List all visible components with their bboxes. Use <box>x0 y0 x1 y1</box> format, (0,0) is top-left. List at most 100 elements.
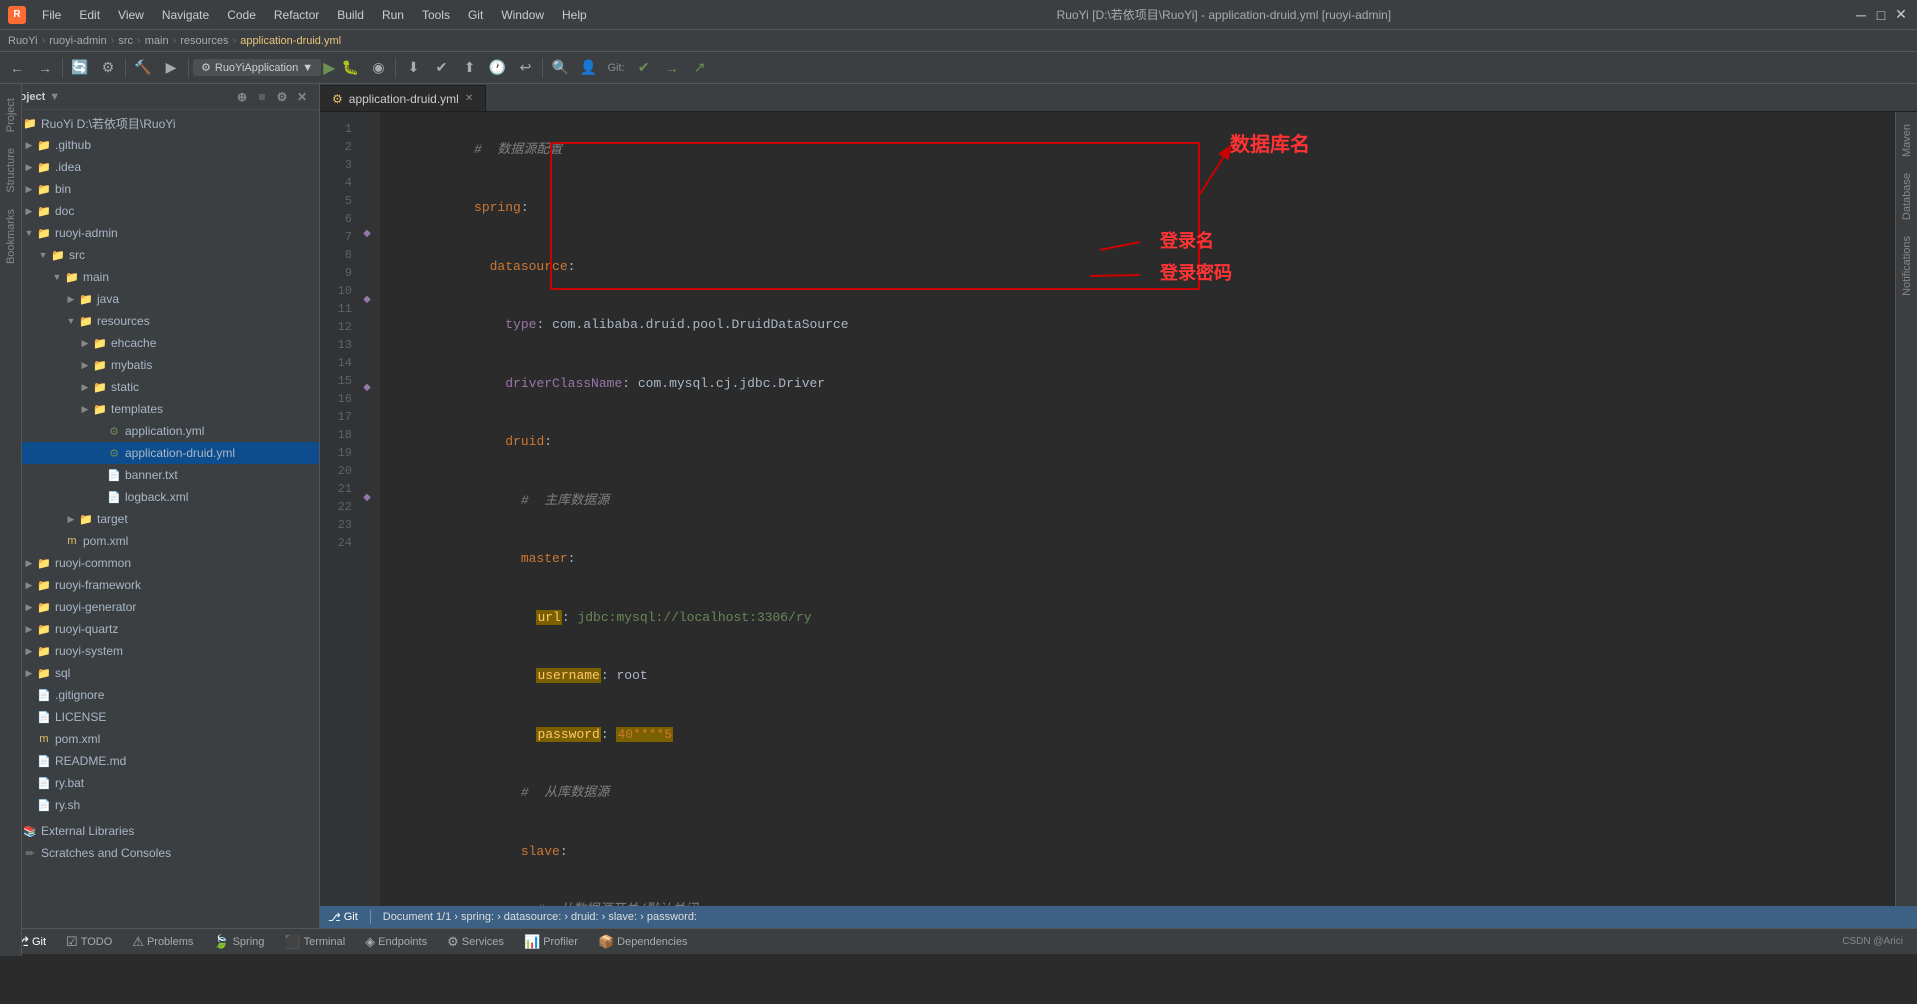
sync-button[interactable]: 🔄 <box>67 55 93 81</box>
tree-item-doc[interactable]: ▶ 📁 doc <box>0 200 319 222</box>
status-git[interactable]: ⎇ Git <box>328 911 358 924</box>
tree-item-ruoyi-quartz[interactable]: ▶ 📁 ruoyi-quartz <box>0 618 319 640</box>
menu-view[interactable]: View <box>110 6 152 24</box>
run-button[interactable]: ▶ <box>323 58 335 78</box>
tree-item-logback[interactable]: 📄 logback.xml <box>0 486 319 508</box>
menu-run[interactable]: Run <box>374 6 412 24</box>
breadcrumb-part-6[interactable]: application-druid.yml <box>240 35 341 47</box>
menu-file[interactable]: File <box>34 6 69 24</box>
bottom-tool-problems[interactable]: ⚠ Problems <box>126 932 199 952</box>
vcs-push-button[interactable]: ⬆ <box>456 55 482 81</box>
tree-item-main[interactable]: ▼ 📁 main <box>0 266 319 288</box>
bottom-tool-endpoints[interactable]: ◈ Endpoints <box>359 932 433 952</box>
tree-item-ehcache[interactable]: ▶ 📁 ehcache <box>0 332 319 354</box>
menu-tools[interactable]: Tools <box>414 6 458 24</box>
tree-item-pom-root[interactable]: m pom.xml <box>0 728 319 750</box>
menu-refactor[interactable]: Refactor <box>266 6 327 24</box>
maximize-button[interactable]: □ <box>1873 7 1889 23</box>
sidebar-action-2[interactable]: ≡ <box>253 88 271 106</box>
breadcrumb-part-4[interactable]: main <box>145 35 169 47</box>
menu-edit[interactable]: Edit <box>71 6 108 24</box>
tree-item-bin[interactable]: ▶ 📁 bin <box>0 178 319 200</box>
menu-navigate[interactable]: Navigate <box>154 6 217 24</box>
tree-item-src[interactable]: ▼ 📁 src <box>0 244 319 266</box>
tree-item-mybatis[interactable]: ▶ 📁 mybatis <box>0 354 319 376</box>
tree-item-banner[interactable]: 📄 banner.txt <box>0 464 319 486</box>
breadcrumb-part-2[interactable]: ruoyi-admin <box>49 35 106 47</box>
run-config-selector[interactable]: ⚙ RuoYiApplication ▼ <box>193 59 321 76</box>
tree-item-static[interactable]: ▶ 📁 static <box>0 376 319 398</box>
bottom-tool-terminal[interactable]: ⬛ Terminal <box>278 932 351 952</box>
tree-item-ruoyi-admin[interactable]: ▼ 📁 ruoyi-admin <box>0 222 319 244</box>
left-tab-bookmarks[interactable]: Bookmarks <box>3 203 19 270</box>
git-check-button[interactable]: ✔ <box>631 55 657 81</box>
tree-item-sql[interactable]: ▶ 📁 sql <box>0 662 319 684</box>
menu-build[interactable]: Build <box>329 6 372 24</box>
bottom-tool-todo[interactable]: ☑ TODO <box>60 932 118 952</box>
tree-item-ext-lib[interactable]: ▶ 📚 External Libraries <box>0 820 319 842</box>
tree-item-license[interactable]: 📄 LICENSE <box>0 706 319 728</box>
right-tab-maven[interactable]: Maven <box>1899 116 1915 165</box>
tree-item-app-yml[interactable]: ⚙ application.yml <box>0 420 319 442</box>
bin-arrow: ▶ <box>22 184 36 195</box>
tree-item-scratches[interactable]: ▶ ✏ Scratches and Consoles <box>0 842 319 864</box>
build-button[interactable]: 🔨 <box>130 55 156 81</box>
vcs-history-button[interactable]: 🕐 <box>484 55 510 81</box>
forward-button[interactable]: → <box>32 55 58 81</box>
right-tab-database[interactable]: Database <box>1899 165 1915 228</box>
bottom-tool-services[interactable]: ⚙ Services <box>441 932 510 952</box>
tree-item-java[interactable]: ▶ 📁 java <box>0 288 319 310</box>
tree-item-target[interactable]: ▶ 📁 target <box>0 508 319 530</box>
left-tab-structure[interactable]: Structure <box>3 142 19 199</box>
vcs-commit-button[interactable]: ✔ <box>428 55 454 81</box>
menu-window[interactable]: Window <box>493 6 552 24</box>
tree-item-pom-admin[interactable]: m pom.xml <box>0 530 319 552</box>
tab-druid-yml[interactable]: ⚙ application-druid.yml ✕ <box>320 85 486 111</box>
breadcrumb-part-1[interactable]: RuoYi <box>8 35 38 47</box>
tree-item-templates[interactable]: ▶ 📁 templates <box>0 398 319 420</box>
tab-close-button[interactable]: ✕ <box>465 93 473 104</box>
tree-item-gitignore[interactable]: 📄 .gitignore <box>0 684 319 706</box>
tree-item-ruoyi-system[interactable]: ▶ 📁 ruoyi-system <box>0 640 319 662</box>
debug-button[interactable]: 🐛 <box>337 55 363 81</box>
tree-item-resources[interactable]: ▼ 📁 resources <box>0 310 319 332</box>
menu-git[interactable]: Git <box>460 6 491 24</box>
minimize-button[interactable]: ─ <box>1853 7 1869 23</box>
bottom-tool-spring[interactable]: 🍃 Spring <box>207 932 270 952</box>
run-all-button[interactable]: ▶ <box>158 55 184 81</box>
tree-item-druid-yml[interactable]: ⚙ application-druid.yml <box>0 442 319 464</box>
tree-item-readme[interactable]: 📄 README.md <box>0 750 319 772</box>
tree-item-ruoyi-generator[interactable]: ▶ 📁 ruoyi-generator <box>0 596 319 618</box>
sidebar-action-1[interactable]: ⊕ <box>233 88 251 106</box>
tree-item-rysh[interactable]: 📄 ry.sh <box>0 794 319 816</box>
tree-item-idea[interactable]: ▶ 📁 .idea <box>0 156 319 178</box>
close-button[interactable]: ✕ <box>1893 7 1909 23</box>
sidebar-dropdown-arrow[interactable]: ▼ <box>49 91 60 103</box>
tree-item-rybat[interactable]: 📄 ry.bat <box>0 772 319 794</box>
git-arrow2-button[interactable]: ↗ <box>687 55 713 81</box>
search-everywhere-button[interactable]: 🔍 <box>547 55 573 81</box>
code-area[interactable]: 数据库名 登录名 <box>380 112 1895 906</box>
code-line-8: master: <box>396 530 1879 589</box>
settings-button[interactable]: ⚙ <box>95 55 121 81</box>
coverage-button[interactable]: ◉ <box>365 55 391 81</box>
sidebar-close[interactable]: ✕ <box>293 88 311 106</box>
vcs-revert-button[interactable]: ↩ <box>512 55 538 81</box>
menu-help[interactable]: Help <box>554 6 595 24</box>
breadcrumb-part-5[interactable]: resources <box>180 35 228 47</box>
git-arrow-button[interactable]: → <box>659 55 685 81</box>
vcs-update-button[interactable]: ⬇ <box>400 55 426 81</box>
bottom-tool-profiler[interactable]: 📊 Profiler <box>518 932 584 952</box>
sidebar-action-3[interactable]: ⚙ <box>273 88 291 106</box>
back-button[interactable]: ← <box>4 55 30 81</box>
left-tab-project[interactable]: Project <box>3 92 19 138</box>
tree-item-ruoyi-common[interactable]: ▶ 📁 ruoyi-common <box>0 552 319 574</box>
tree-item-ruoyi-framework[interactable]: ▶ 📁 ruoyi-framework <box>0 574 319 596</box>
user-button[interactable]: 👤 <box>575 55 601 81</box>
bottom-tool-dependencies[interactable]: 📦 Dependencies <box>592 932 694 952</box>
menu-code[interactable]: Code <box>219 6 264 24</box>
breadcrumb-part-3[interactable]: src <box>118 35 133 47</box>
tree-item-github[interactable]: ▶ 📁 .github <box>0 134 319 156</box>
tree-root[interactable]: ▼ 📁 RuoYi D:\若依项目\RuoYi <box>0 112 319 134</box>
right-tab-notifications[interactable]: Notifications <box>1899 228 1915 304</box>
